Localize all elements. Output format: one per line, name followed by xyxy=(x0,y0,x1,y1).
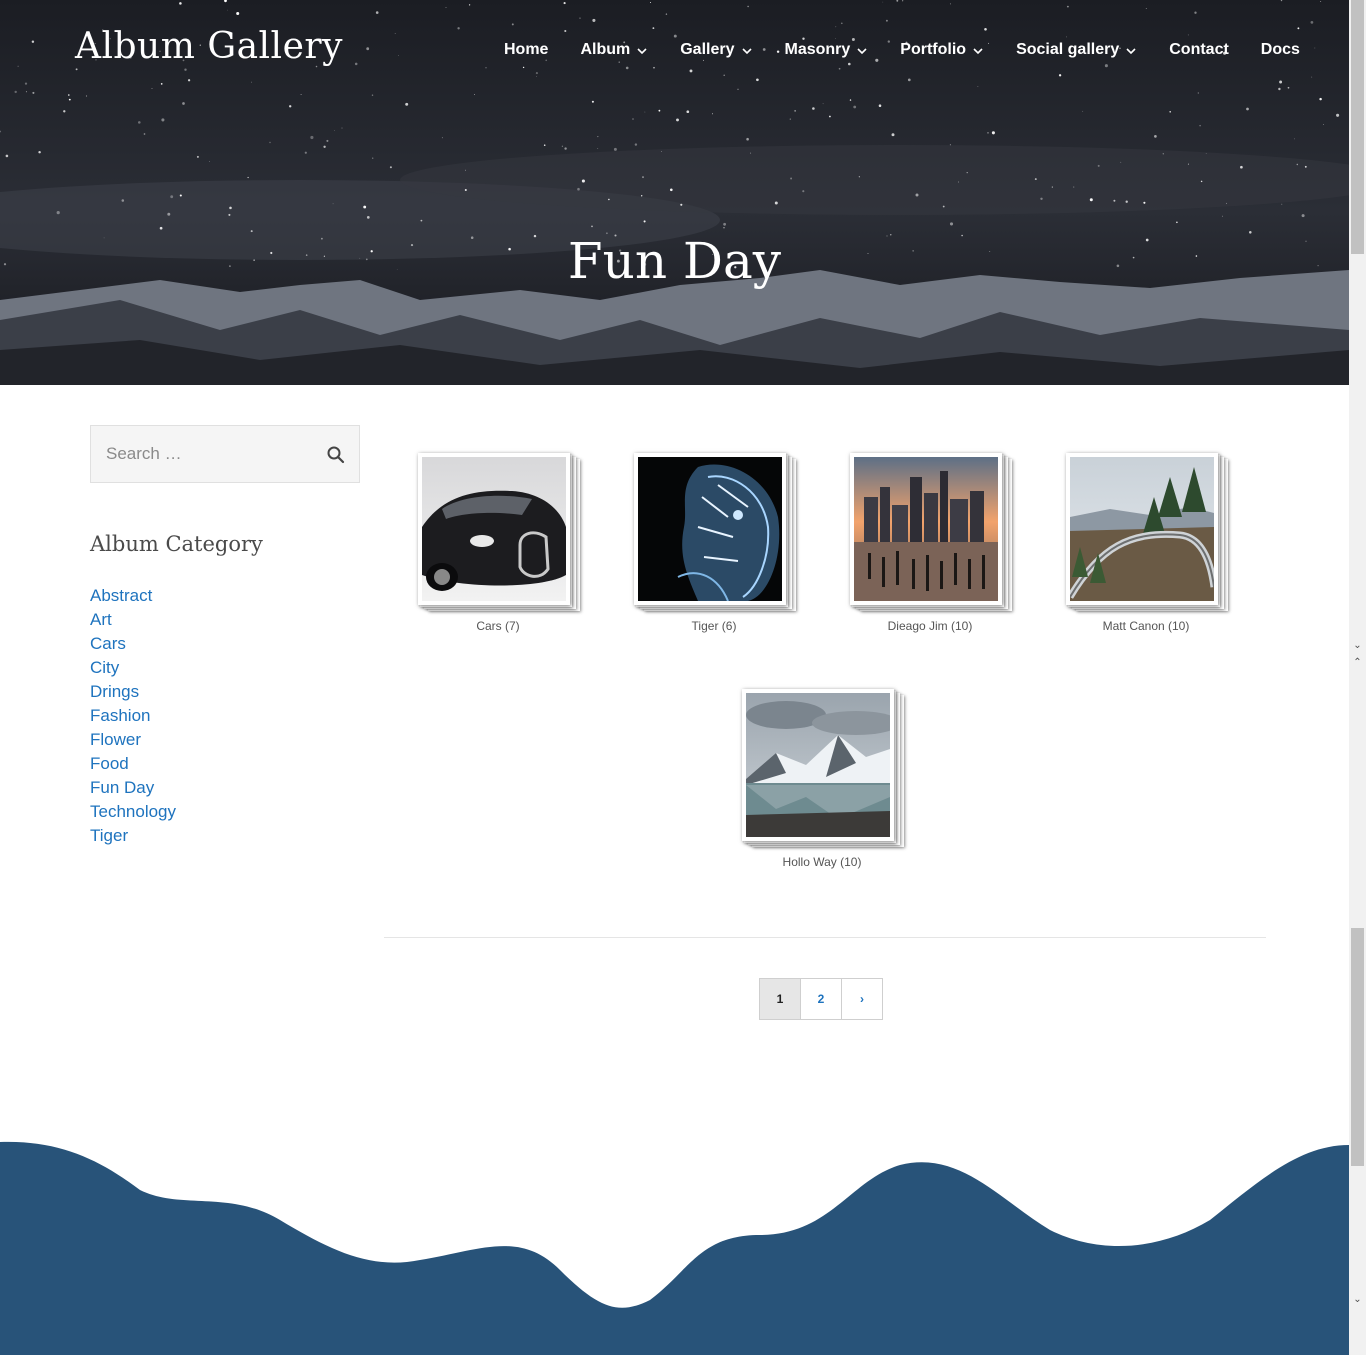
nav-item-label: Portfolio xyxy=(900,41,967,58)
nav-item-label: Album xyxy=(580,41,631,58)
album-stack xyxy=(738,689,906,849)
chevron-down-icon xyxy=(636,44,648,56)
category-link[interactable]: Cars xyxy=(90,632,176,656)
album-item[interactable]: Cars (7) xyxy=(413,453,583,633)
category-list: Abstract Art Cars City Drings Fashion Flower Fo… xyxy=(90,584,176,848)
category-link[interactable]: Drings xyxy=(90,680,176,704)
category-link[interactable]: Abstract xyxy=(90,584,176,608)
album-stack xyxy=(1062,453,1230,613)
nav-item-masonry[interactable]: Masonry xyxy=(769,38,885,62)
content-divider xyxy=(384,937,1266,938)
album-stack xyxy=(630,453,798,613)
category-link[interactable]: City xyxy=(90,656,176,680)
next-page-link[interactable]: › xyxy=(841,978,883,1020)
album-caption[interactable]: Cars (7) xyxy=(413,619,583,633)
search-input[interactable] xyxy=(91,426,326,482)
category-link[interactable]: Art xyxy=(90,608,176,632)
nav-item-label: Home xyxy=(504,41,549,58)
album-thumbnail[interactable] xyxy=(634,453,786,605)
chevron-down-icon xyxy=(972,44,984,56)
nav-item-portfolio[interactable]: Portfolio xyxy=(884,38,1000,62)
nav-item-docs[interactable]: Docs xyxy=(1245,38,1316,62)
search-form xyxy=(90,425,360,483)
hero-banner: Album Gallery Home Album Gallery Masonry Por… xyxy=(0,0,1349,385)
nav-item-gallery[interactable]: Gallery xyxy=(664,38,768,62)
nav-item-social-gallery[interactable]: Social gallery xyxy=(1000,38,1153,62)
album-stack xyxy=(414,453,582,613)
album-thumbnail[interactable] xyxy=(1066,453,1218,605)
main-nav: Home Album Gallery Masonry Portfolio Social g… xyxy=(488,38,1316,62)
chevron-up-icon[interactable]: ⌃ xyxy=(1350,657,1365,669)
pagination: 1 2 › xyxy=(759,978,883,1020)
nav-item-label: Docs xyxy=(1260,41,1300,58)
album-item[interactable]: Hollo Way (10) xyxy=(737,689,907,869)
nav-item-label: Contact xyxy=(1169,41,1229,58)
album-item[interactable]: Tiger (6) xyxy=(629,453,799,633)
nav-item-home[interactable]: Home xyxy=(488,38,564,62)
album-stack xyxy=(846,453,1014,613)
site-logo[interactable]: Album Gallery xyxy=(75,26,343,67)
chevron-down-icon[interactable]: ⌄ xyxy=(1350,640,1365,652)
category-link[interactable]: Fun Day xyxy=(90,776,176,800)
nav-item-label: Gallery xyxy=(680,41,735,58)
album-category-heading: Album Category xyxy=(90,532,263,556)
album-caption[interactable]: Dieago Jim (10) xyxy=(845,619,1015,633)
album-thumbnail[interactable] xyxy=(418,453,570,605)
category-link[interactable]: Flower xyxy=(90,728,176,752)
page-link-2[interactable]: 2 xyxy=(800,978,842,1020)
category-link[interactable]: Food xyxy=(90,752,176,776)
nav-item-contact[interactable]: Contact xyxy=(1153,38,1245,62)
category-link[interactable]: Fashion xyxy=(90,704,176,728)
album-caption[interactable]: Hollo Way (10) xyxy=(737,855,907,869)
album-item[interactable]: Dieago Jim (10) xyxy=(845,453,1015,633)
chevron-down-icon[interactable]: ⌄ xyxy=(1350,1294,1365,1306)
page-link-1[interactable]: 1 xyxy=(759,978,801,1020)
scrollbar-thumb[interactable] xyxy=(1351,0,1364,254)
album-thumbnail[interactable] xyxy=(850,453,1002,605)
album-caption[interactable]: Tiger (6) xyxy=(629,619,799,633)
search-icon[interactable] xyxy=(325,444,347,466)
nav-item-label: Masonry xyxy=(784,41,851,58)
album-thumbnail[interactable] xyxy=(742,689,894,841)
album-item[interactable]: Matt Canon (10) xyxy=(1061,453,1231,633)
chevron-down-icon xyxy=(1125,44,1137,56)
chevron-down-icon xyxy=(856,44,868,56)
scrollbar-thumb[interactable] xyxy=(1351,928,1364,1166)
footer-wave xyxy=(0,1141,1349,1355)
nav-item-label: Social gallery xyxy=(1016,41,1120,58)
page-title: Fun Day xyxy=(567,232,782,290)
chevron-down-icon xyxy=(741,44,753,56)
category-link[interactable]: Tiger xyxy=(90,824,176,848)
nav-item-album[interactable]: Album xyxy=(564,38,664,62)
category-link[interactable]: Technology xyxy=(90,800,176,824)
album-caption[interactable]: Matt Canon (10) xyxy=(1061,619,1231,633)
